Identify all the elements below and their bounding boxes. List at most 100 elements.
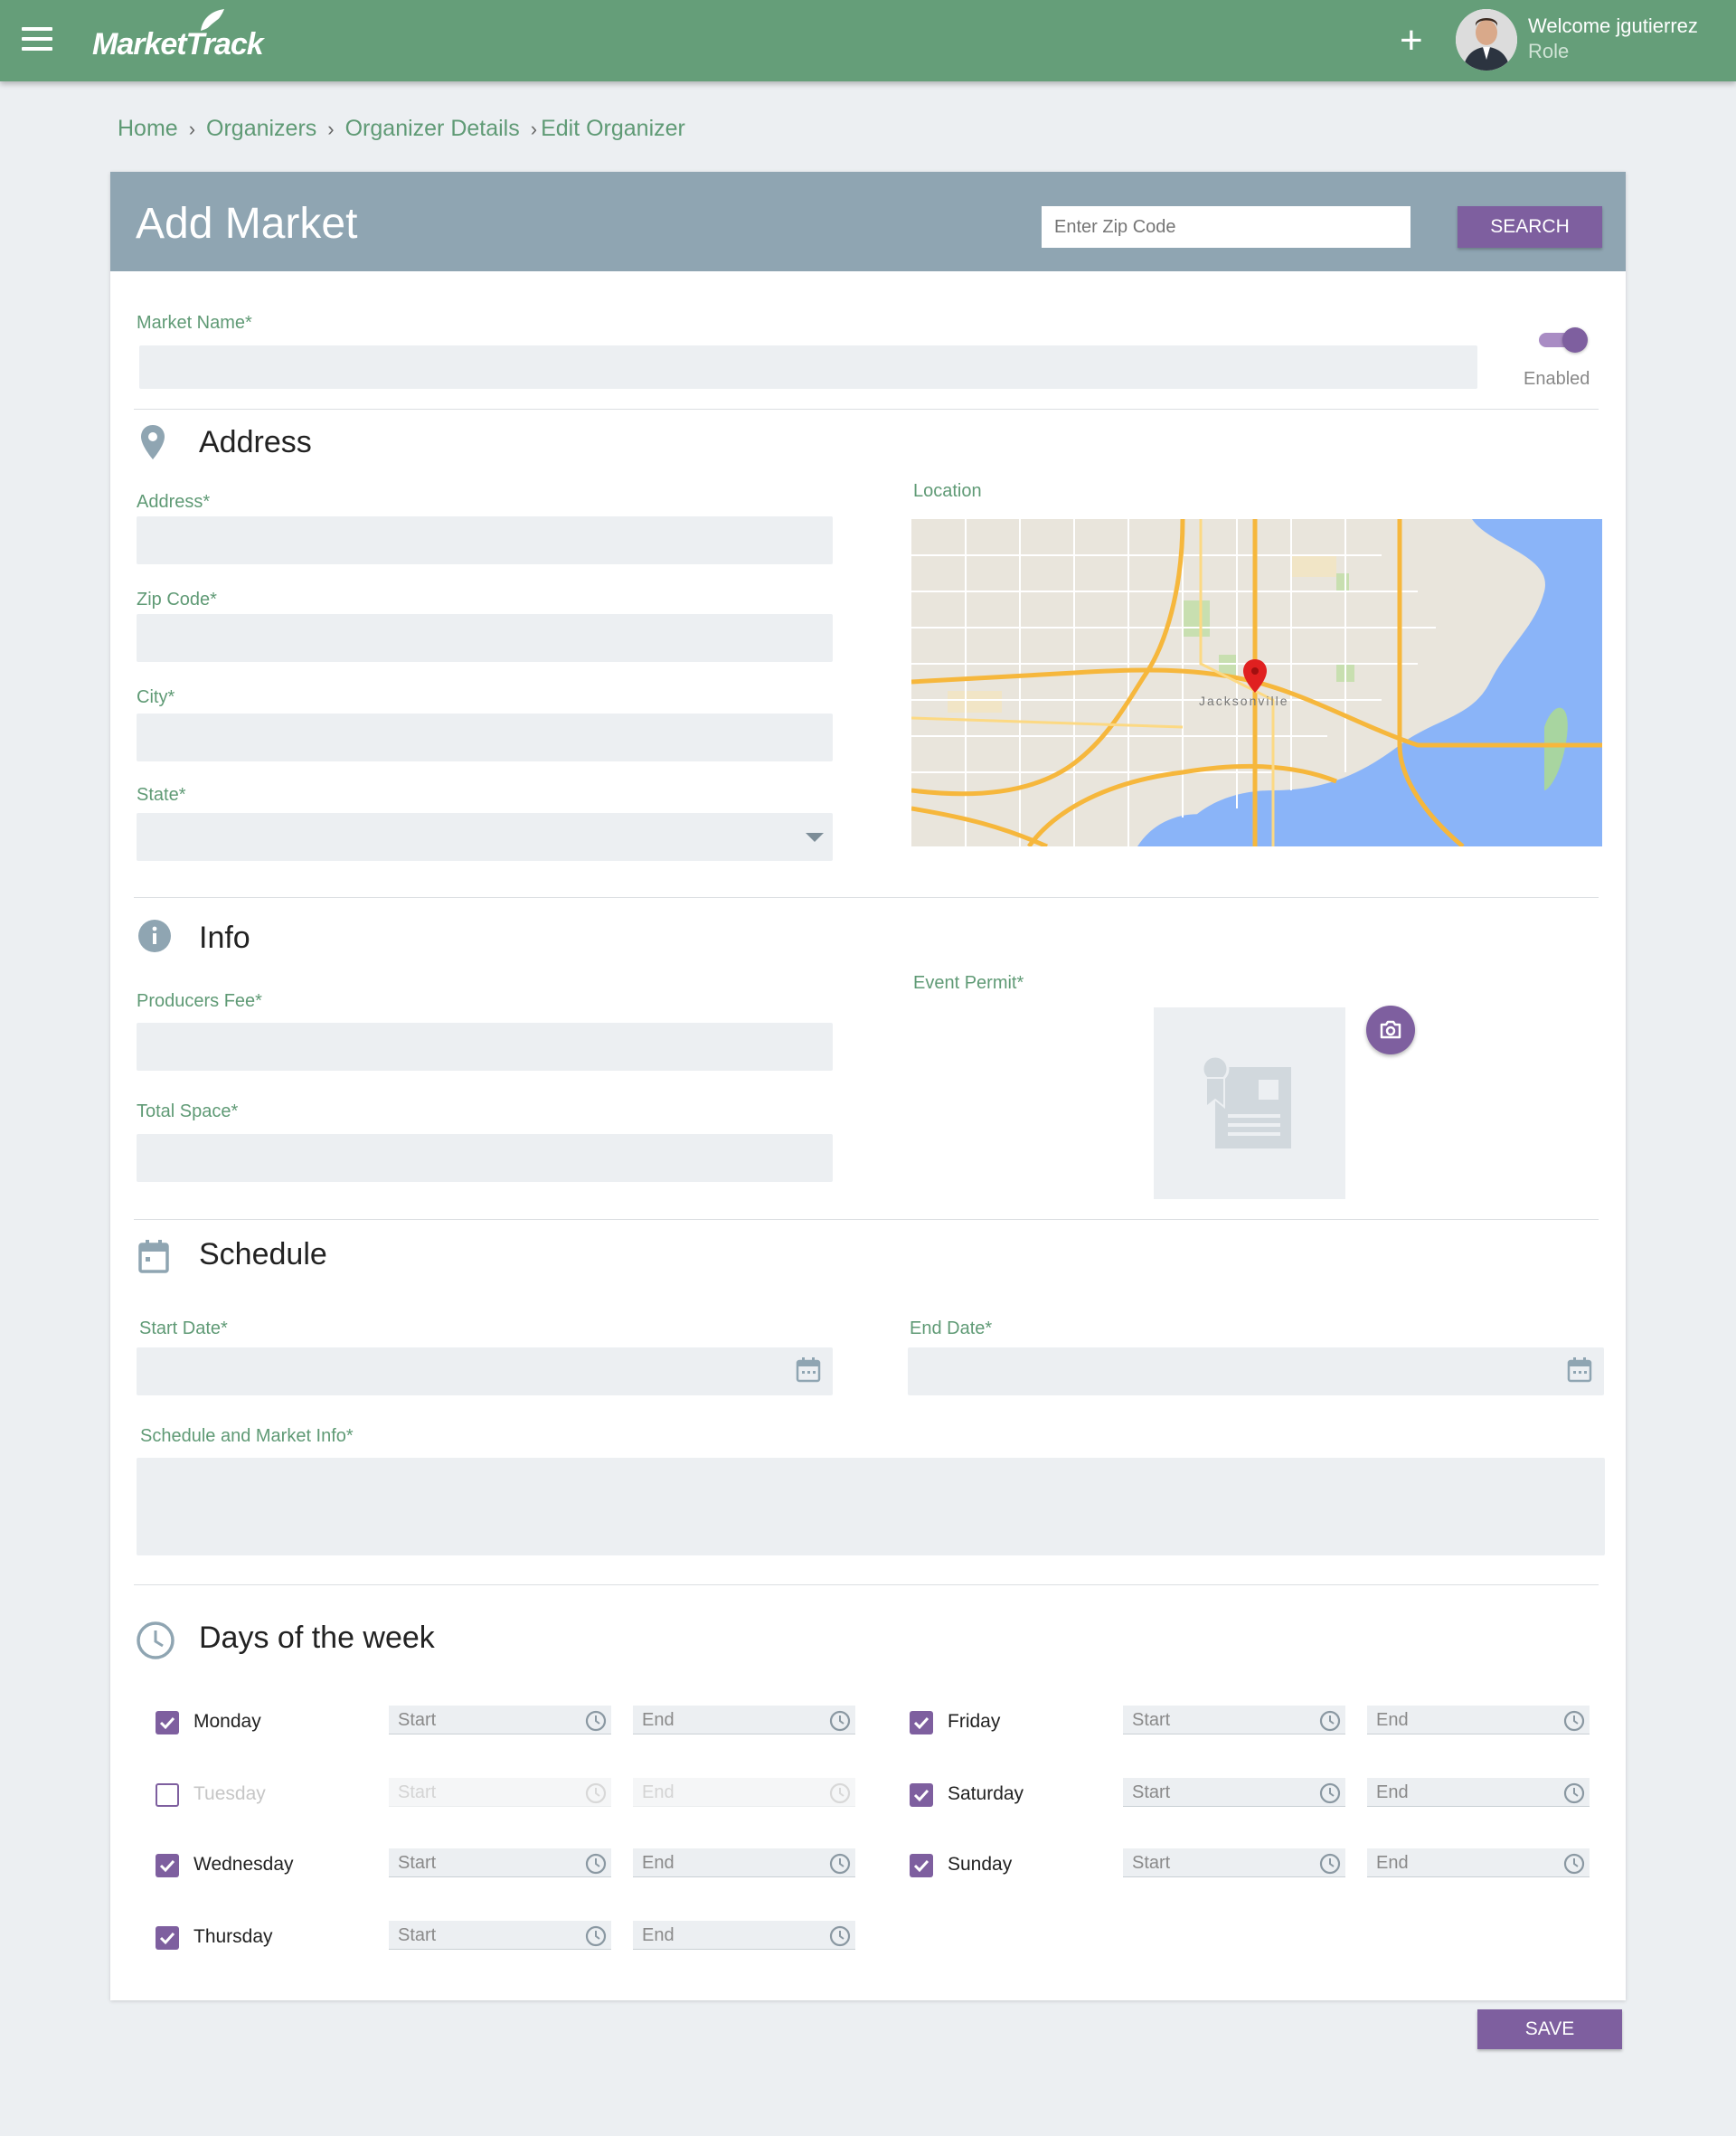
checkbox-monday[interactable] <box>156 1711 179 1734</box>
caret-down-icon <box>806 833 824 842</box>
breadcrumb-organizers[interactable]: Organizers <box>206 116 316 142</box>
monday-start-time-input[interactable]: Start <box>389 1706 611 1734</box>
start-date-label: Start Date* <box>139 1318 228 1338</box>
address-section-title: Address <box>199 425 312 459</box>
sunday-end-time-input[interactable]: End <box>1367 1848 1590 1877</box>
clock-icon[interactable] <box>828 1852 852 1880</box>
tuesday-start-time-input[interactable]: Start <box>389 1778 611 1807</box>
event-permit-label: Event Permit* <box>913 973 1024 993</box>
schedule-info-textarea[interactable] <box>137 1458 1605 1555</box>
checkbox-wednesday[interactable] <box>156 1854 179 1877</box>
start-date-input[interactable] <box>137 1347 833 1395</box>
end-date-label: End Date* <box>910 1318 993 1338</box>
day-label-tuesday: Tuesday <box>193 1783 266 1804</box>
start-placeholder: Start <box>1132 1853 1171 1873</box>
thursday-start-time-input[interactable]: Start <box>389 1921 611 1950</box>
avatar[interactable] <box>1456 9 1517 71</box>
breadcrumb-organizer-details[interactable]: Organizer Details <box>345 116 520 142</box>
divider <box>134 1219 1599 1220</box>
clock-icon[interactable] <box>1318 1782 1342 1810</box>
chevron-right-icon: › <box>188 117 196 140</box>
divider <box>134 409 1599 410</box>
checkbox-sunday[interactable] <box>910 1854 933 1877</box>
clock-icon[interactable] <box>584 1709 608 1737</box>
clock-icon[interactable] <box>584 1782 608 1810</box>
thursday-end-time-input[interactable]: End <box>633 1921 855 1950</box>
top-app-bar: MarketTrack + Welcome jgutierrez Role <box>0 0 1736 81</box>
state-select[interactable] <box>137 813 833 861</box>
search-button[interactable]: SEARCH <box>1458 206 1602 248</box>
clock-icon[interactable] <box>1318 1852 1342 1880</box>
days-section-title: Days of the week <box>199 1621 435 1655</box>
saturday-start-time-input[interactable]: Start <box>1123 1778 1345 1807</box>
friday-start-time-input[interactable]: Start <box>1123 1706 1345 1734</box>
address-label: Address* <box>137 492 211 512</box>
total-space-input[interactable] <box>137 1134 833 1182</box>
producers-fee-input[interactable] <box>137 1023 833 1071</box>
start-placeholder: Start <box>398 1853 437 1873</box>
clock-icon[interactable] <box>828 1924 852 1952</box>
checkbox-friday[interactable] <box>910 1711 933 1734</box>
wednesday-start-time-input[interactable]: Start <box>389 1848 611 1877</box>
upload-photo-button[interactable] <box>1366 1006 1415 1054</box>
breadcrumb-home[interactable]: Home <box>118 116 178 142</box>
sunday-start-time-input[interactable]: Start <box>1123 1848 1345 1877</box>
day-label-sunday: Sunday <box>948 1854 1013 1875</box>
schedule-info-label: Schedule and Market Info* <box>140 1426 354 1446</box>
day-label-friday: Friday <box>948 1711 1001 1732</box>
end-placeholder: End <box>642 1925 675 1945</box>
divider <box>134 897 1599 898</box>
info-icon <box>138 920 171 952</box>
page-title: Add Market <box>136 200 358 248</box>
clock-icon[interactable] <box>584 1924 608 1952</box>
add-icon[interactable]: + <box>1400 21 1423 61</box>
checkbox-tuesday[interactable] <box>156 1783 179 1807</box>
map-city-label: Jacksonville <box>1199 694 1288 708</box>
breadcrumb-edit-organizer[interactable]: Edit Organizer <box>541 116 685 142</box>
friday-end-time-input[interactable]: End <box>1367 1706 1590 1734</box>
day-label-monday: Monday <box>193 1711 261 1732</box>
clock-icon[interactable] <box>1318 1709 1342 1737</box>
address-input[interactable] <box>137 516 833 564</box>
enabled-label: Enabled <box>1524 369 1590 389</box>
market-name-input[interactable] <box>139 345 1477 389</box>
clock-icon[interactable] <box>1562 1852 1586 1880</box>
chevron-right-icon: › <box>530 117 538 140</box>
monday-end-time-input[interactable]: End <box>633 1706 855 1734</box>
zip-search-input[interactable] <box>1042 206 1410 248</box>
calendar-icon[interactable] <box>1566 1356 1593 1384</box>
clock-icon[interactable] <box>828 1709 852 1737</box>
end-date-input[interactable] <box>908 1347 1604 1395</box>
saturday-end-time-input[interactable]: End <box>1367 1778 1590 1807</box>
tuesday-end-time-input[interactable]: End <box>633 1778 855 1807</box>
leaf-icon <box>201 9 231 31</box>
clock-icon[interactable] <box>1562 1709 1586 1737</box>
city-input[interactable] <box>137 714 833 761</box>
certificate-icon <box>1201 1054 1291 1148</box>
breadcrumb: Home › Organizers › Organizer Details › … <box>118 116 685 142</box>
camera-icon <box>1380 1020 1401 1039</box>
calendar-icon[interactable] <box>795 1356 822 1384</box>
wednesday-end-time-input[interactable]: End <box>633 1848 855 1877</box>
end-placeholder: End <box>1376 1782 1409 1802</box>
save-button[interactable]: SAVE <box>1477 2009 1622 2049</box>
zip-code-input[interactable] <box>137 614 833 662</box>
enabled-toggle[interactable] <box>1539 327 1588 353</box>
producers-fee-label: Producers Fee* <box>137 991 262 1011</box>
schedule-section-title: Schedule <box>199 1237 327 1271</box>
app-logo[interactable]: MarketTrack <box>92 27 264 62</box>
start-placeholder: Start <box>398 1782 437 1802</box>
calendar-icon <box>138 1240 169 1273</box>
location-map[interactable]: Jacksonville <box>911 519 1602 846</box>
clock-icon[interactable] <box>584 1852 608 1880</box>
clock-icon[interactable] <box>828 1782 852 1810</box>
start-placeholder: Start <box>1132 1710 1171 1730</box>
location-label: Location <box>913 481 982 501</box>
menu-icon[interactable] <box>22 27 52 51</box>
checkbox-saturday[interactable] <box>910 1783 933 1807</box>
clock-icon[interactable] <box>1562 1782 1586 1810</box>
end-placeholder: End <box>642 1853 675 1873</box>
event-permit-image-placeholder[interactable] <box>1154 1007 1345 1199</box>
checkbox-thursday[interactable] <box>156 1926 179 1950</box>
end-placeholder: End <box>642 1710 675 1730</box>
